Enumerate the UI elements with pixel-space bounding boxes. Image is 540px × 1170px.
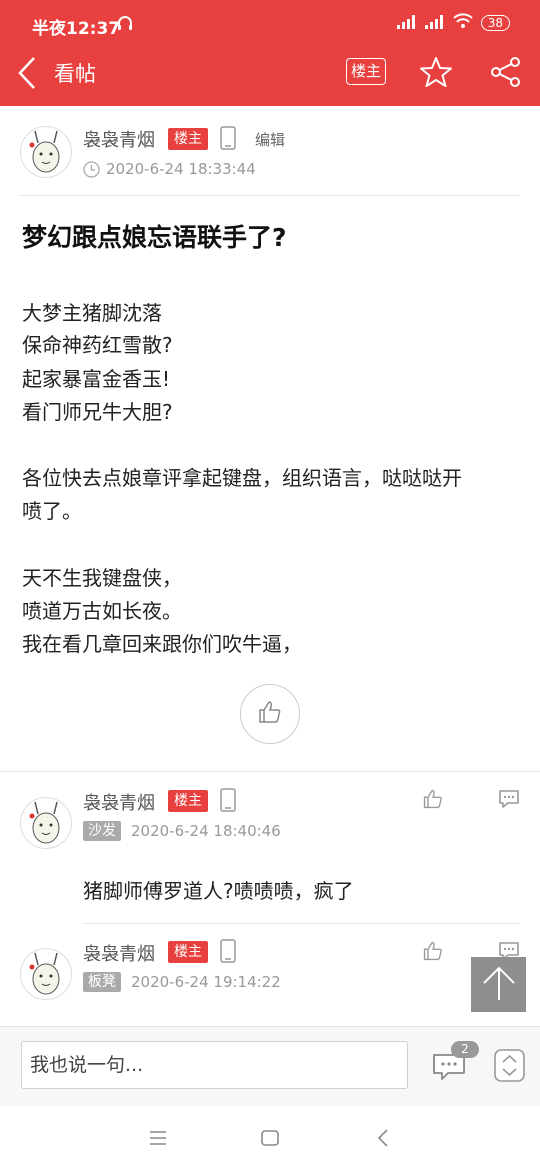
avatar[interactable] — [20, 948, 72, 1000]
post-body-line: 大梦主猪脚沈落 — [22, 301, 162, 325]
comment-count-badge: 2 — [451, 1041, 479, 1058]
reply-author-name[interactable]: 袅袅青烟 — [83, 940, 155, 966]
home-icon[interactable] — [261, 1130, 279, 1150]
owner-only-button[interactable]: 楼主 — [346, 58, 386, 85]
post-body-line: 起家暴富金香玉! — [22, 367, 171, 391]
page-title: 看帖 — [54, 62, 96, 86]
thumbs-up-icon — [257, 699, 283, 729]
divider — [20, 195, 520, 196]
reply-author-name[interactable]: 袅袅青烟 — [83, 789, 155, 815]
reply-time: 2020-6-24 18:40:46 — [131, 822, 281, 840]
arrow-up-icon — [479, 963, 519, 1007]
star-icon[interactable] — [420, 56, 452, 92]
avatar[interactable] — [20, 797, 72, 849]
headphones-icon — [116, 14, 134, 36]
comment-icon[interactable] — [498, 789, 520, 813]
post-body-line: 保命神药红雪散? — [22, 333, 173, 357]
post-body-line: 看门师兄牛大胆? — [22, 400, 173, 424]
owner-badge: 楼主 — [168, 128, 208, 150]
reply-input[interactable]: 我也说一句... — [21, 1041, 408, 1089]
back-icon[interactable] — [377, 1128, 389, 1152]
post-time: 2020-6-24 18:33:44 — [106, 160, 256, 178]
post-body-line: 喷道万古如长夜。 — [22, 599, 182, 623]
avatar[interactable] — [20, 126, 72, 178]
floor-badge: 板凳 — [83, 972, 121, 992]
status-time: 半夜12:37 — [32, 19, 121, 39]
menu-icon[interactable] — [149, 1130, 167, 1150]
divider — [0, 771, 540, 772]
scroll-to-top-button[interactable] — [471, 957, 526, 1012]
clock-icon — [83, 161, 100, 182]
post-body-line: 我在看几章回来跟你们吹牛逼， — [22, 632, 302, 656]
reply-time: 2020-6-24 19:14:22 — [131, 973, 281, 991]
chevron-left-icon[interactable] — [16, 56, 38, 94]
phone-icon — [220, 939, 236, 967]
floor-badge: 沙发 — [83, 821, 121, 841]
reply-text: 猪脚师傅罗道人?啧啧啧，疯了 — [83, 879, 354, 903]
phone-icon — [220, 126, 236, 154]
signal-icon — [424, 14, 445, 33]
share-icon[interactable] — [490, 56, 522, 92]
thumbs-up-icon[interactable] — [422, 940, 444, 966]
wifi-icon — [453, 13, 473, 33]
app-header: 半夜12:37 38 看帖 楼主 — [0, 0, 540, 106]
battery-indicator: 38 — [480, 15, 510, 31]
scroll-page-icon[interactable] — [494, 1049, 525, 1086]
edit-link[interactable]: 编辑 — [255, 129, 285, 150]
post-body-line: 天不生我键盘侠， — [22, 566, 182, 590]
phone-icon — [220, 788, 236, 816]
system-nav-bar — [0, 1106, 540, 1170]
owner-badge: 楼主 — [168, 790, 208, 812]
divider — [83, 923, 520, 924]
author-name[interactable]: 袅袅青烟 — [83, 126, 155, 152]
thumbs-up-icon[interactable] — [422, 788, 444, 814]
signal-icon — [396, 14, 417, 33]
status-icons: 38 — [396, 13, 510, 33]
post-title: 梦幻跟点娘忘语联手了? — [22, 223, 287, 252]
post-body-line: 各位快去点娘章评拿起键盘，组织语言，哒哒哒开 — [22, 466, 462, 490]
like-button[interactable] — [240, 684, 300, 744]
owner-badge: 楼主 — [168, 941, 208, 963]
post-body-line: 喷了。 — [22, 499, 82, 523]
